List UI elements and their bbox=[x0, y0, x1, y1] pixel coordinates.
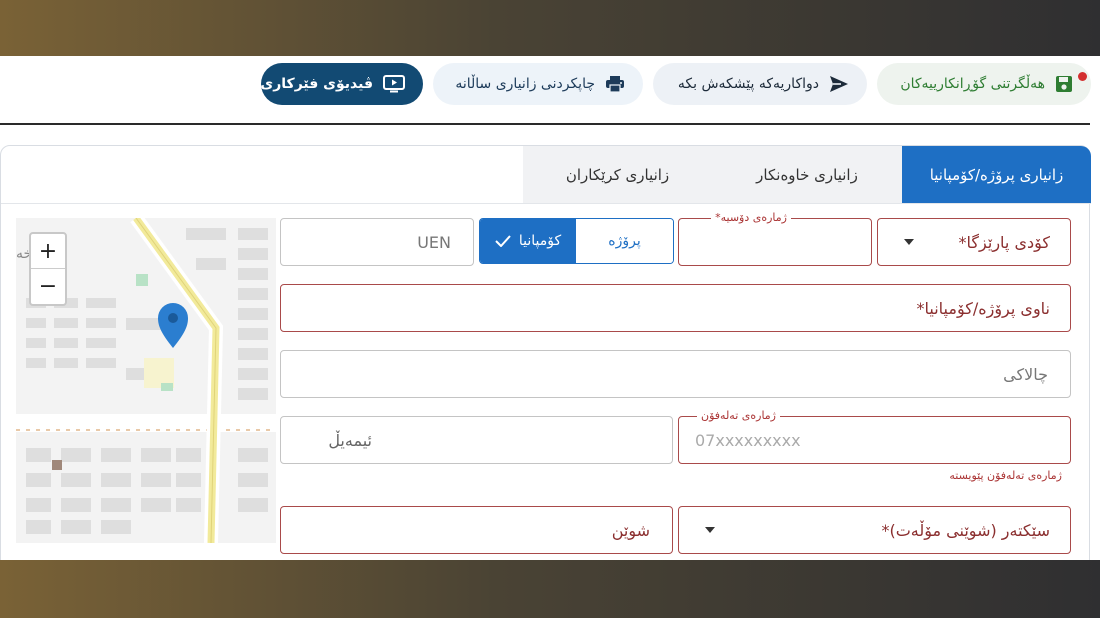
file-number-field[interactable]: ژمارەی دۆسیە* bbox=[678, 211, 872, 266]
save-changes-label: هەڵگرتنی گۆڕانکارییەکان bbox=[900, 76, 1045, 92]
toolbar-divider bbox=[0, 123, 1090, 125]
location-label: شوێن bbox=[611, 520, 650, 540]
tutorial-video-label: ڤیدیۆی فێرکاری bbox=[260, 76, 373, 92]
province-code-label: کۆدی پارێزگا* bbox=[958, 232, 1050, 252]
option-company-label: کۆمپانیا bbox=[518, 233, 562, 249]
tab-workers-info[interactable]: زانیاری کرێکاران bbox=[523, 146, 712, 203]
phone-field[interactable]: ژمارەی تەلەفۆن 07xxxxxxxxx bbox=[678, 409, 1071, 464]
sector-select[interactable]: سێکتەر (شوێنی مۆڵەت)* bbox=[678, 506, 1071, 554]
tab-workers-info-label: زانیاری کرێکاران bbox=[565, 165, 670, 184]
uen-field[interactable]: UEN bbox=[280, 218, 474, 266]
print-annual-button[interactable]: چاپکردنی زانیاری ساڵانە bbox=[433, 63, 643, 105]
project-name-field[interactable]: ناوی پرۆژە/کۆمپانیا* bbox=[280, 284, 1071, 332]
phone-required-hint: ژمارەی تەلەفۆن پێویستە bbox=[949, 469, 1062, 482]
form-page: هەڵگرتنی گۆڕانکارییەکان دواکاریەکە پێشکە… bbox=[0, 56, 1100, 560]
location-field[interactable]: شوێن bbox=[280, 506, 673, 554]
tab-owner-info-label: زانیاری خاوەنکار bbox=[756, 165, 858, 184]
zoom-in-button[interactable]: + bbox=[31, 234, 65, 269]
project-name-label: ناوی پرۆژە/کۆمپانیا* bbox=[916, 298, 1050, 318]
option-project[interactable]: پرۆژە bbox=[576, 219, 673, 263]
print-annual-label: چاپکردنی زانیاری ساڵانە bbox=[455, 76, 595, 92]
activity-field[interactable]: چالاکی bbox=[280, 350, 1071, 398]
video-icon bbox=[383, 75, 405, 93]
printer-icon bbox=[606, 76, 624, 93]
chevron-down-icon bbox=[904, 239, 914, 245]
email-field[interactable]: ئیمەیڵ bbox=[280, 416, 673, 464]
submit-request-button[interactable]: دواکاریەکە پێشکەش بکە bbox=[653, 63, 867, 105]
submit-request-label: دواکاریەکە پێشکەش بکە bbox=[677, 76, 819, 92]
phone-placeholder: 07xxxxxxxxx bbox=[695, 430, 801, 450]
tutorial-video-button[interactable]: ڤیدیۆی فێرکاری bbox=[260, 63, 423, 105]
unsaved-indicator bbox=[1078, 72, 1087, 81]
province-code-select[interactable]: کۆدی پارێزگا* bbox=[877, 218, 1071, 266]
file-number-legend: ژمارەی دۆسیە* bbox=[711, 211, 791, 225]
top-banner bbox=[0, 0, 1100, 56]
tab-owner-info[interactable]: زانیاری خاوەنکار bbox=[712, 146, 902, 203]
sector-label: سێکتەر (شوێنی مۆڵەت)* bbox=[881, 520, 1051, 540]
save-changes-button[interactable]: هەڵگرتنی گۆڕانکارییەکان bbox=[877, 63, 1091, 105]
entity-type-toggle: کۆمپانیا پرۆژە bbox=[479, 218, 674, 264]
map-zoom-control: + − bbox=[29, 232, 67, 306]
save-icon bbox=[1056, 76, 1072, 92]
toolbar: هەڵگرتنی گۆڕانکارییەکان دواکاریەکە پێشکە… bbox=[0, 63, 1100, 107]
tab-project-company-info[interactable]: زانیاری پرۆژە/کۆمپانیا bbox=[902, 146, 1091, 203]
uen-placeholder: UEN bbox=[417, 232, 451, 252]
email-placeholder: ئیمەیڵ bbox=[328, 430, 372, 450]
chevron-down-icon bbox=[705, 527, 715, 533]
zoom-out-button[interactable]: − bbox=[31, 269, 65, 304]
check-icon bbox=[495, 235, 511, 247]
send-icon bbox=[830, 76, 848, 92]
tab-project-company-info-label: زانیاری پرۆژە/کۆمپانیا bbox=[929, 165, 1064, 184]
bottom-banner bbox=[0, 560, 1100, 618]
tab-underline bbox=[1, 203, 1091, 204]
location-map[interactable]: خە + − bbox=[16, 218, 276, 543]
activity-placeholder: چالاکی bbox=[1003, 364, 1048, 384]
option-project-label: پرۆژە bbox=[608, 233, 641, 249]
tab-bar: زانیاری کرێکاران زانیاری خاوەنکار زانیار… bbox=[523, 146, 1091, 203]
option-company[interactable]: کۆمپانیا bbox=[480, 219, 576, 263]
